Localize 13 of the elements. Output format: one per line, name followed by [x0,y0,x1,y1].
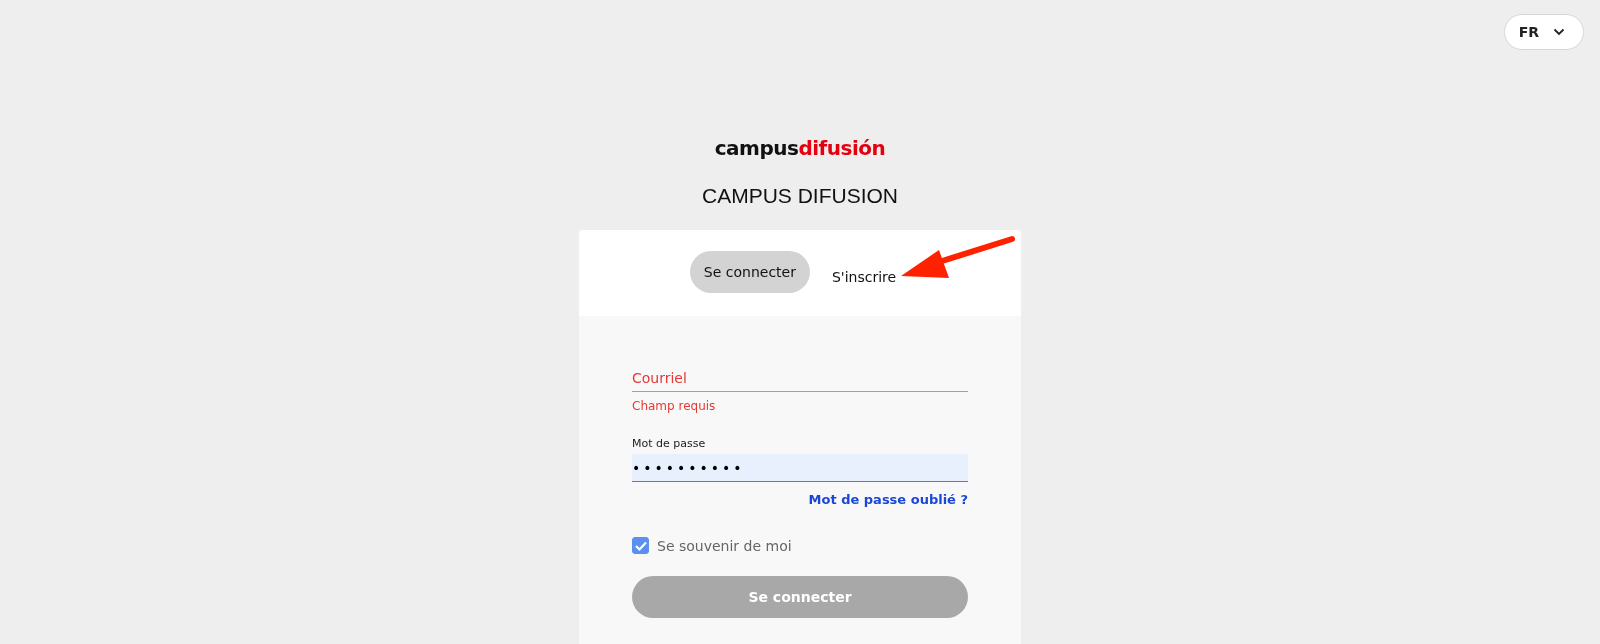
page-title: CAMPUS DIFUSION [702,184,898,208]
field-label: Mot de passe [632,437,707,450]
chevron-down-icon [1553,28,1565,36]
email-field[interactable]: Courriel [632,366,968,392]
checkbox-label: Se souvenir de moi [657,537,792,554]
checkbox[interactable] [632,537,649,554]
password-field[interactable]: •••••••••• [632,454,968,482]
logo: campusdifusión [714,136,886,160]
language-button[interactable]: FR [1503,14,1584,50]
tab[interactable]: Se connecter [689,251,810,293]
tab[interactable]: S'inscrire [817,256,911,298]
forgot-password-link[interactable]: Mot de passe oublié ? [808,492,968,507]
error-message: Champ requis [632,399,717,413]
